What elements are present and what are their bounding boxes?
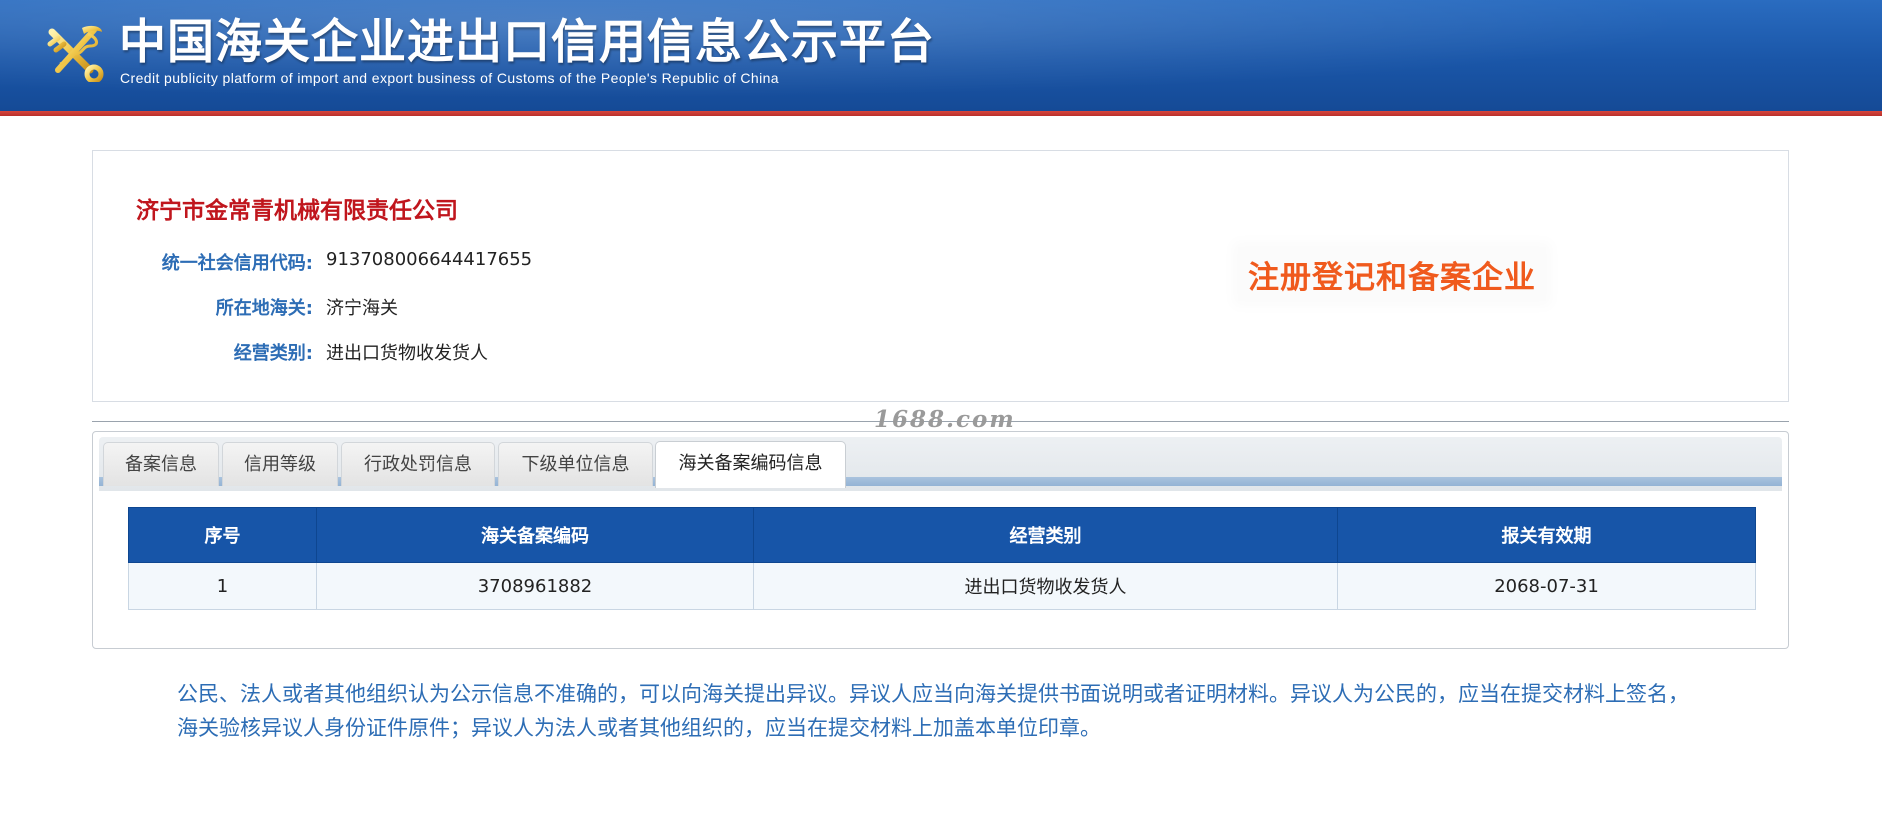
customs-location-label: 所在地海关: <box>215 298 313 319</box>
registration-badge-text: 注册登记和备案企业 <box>1248 259 1536 296</box>
customs-location-row: 所在地海关: 济宁海关 <box>93 294 403 322</box>
tab-subordinate-info[interactable]: 下级单位信息 <box>498 442 653 486</box>
customs-emblem-icon <box>47 25 104 82</box>
table-row: 1 3708961882 进出口货物收发货人 2068-07-31 <box>128 562 1756 610</box>
table-cell-validity: 2068-07-31 <box>1337 562 1756 610</box>
company-name: 济宁市金常青机械有限责任公司 <box>136 198 458 224</box>
credit-code-label: 统一社会信用代码: <box>161 253 313 274</box>
watermark: 1688.com <box>874 406 1016 433</box>
column-header: 报关有效期 <box>1337 507 1756 563</box>
tab-penalty-info[interactable]: 行政处罚信息 <box>341 442 495 486</box>
table-cell-code: 3708961882 <box>316 562 754 610</box>
tab-credit-level[interactable]: 信用等级 <box>222 442 338 486</box>
business-type-value: 进出口货物收发货人 <box>326 343 488 364</box>
customs-code-table: 序号 海关备案编码 经营类别 报关有效期 1 3708961882 进出口货物收… <box>128 507 1756 610</box>
site-subtitle: Credit publicity platform of import and … <box>120 70 779 86</box>
header-red-strip <box>0 111 1882 116</box>
column-header: 海关备案编码 <box>316 507 754 563</box>
registration-badge: 注册登记和备案企业 <box>1238 247 1546 301</box>
table-cell-index: 1 <box>128 562 317 610</box>
tab-filing-info[interactable]: 备案信息 <box>103 442 219 486</box>
column-header: 经营类别 <box>753 507 1338 563</box>
column-header: 序号 <box>128 507 317 563</box>
company-info-panel: 济宁市金常青机械有限责任公司 统一社会信用代码: 913708006644417… <box>92 150 1789 402</box>
credit-code-value: 913708006644417655 <box>326 249 533 270</box>
business-type-row: 经营类别: 进出口货物收发货人 <box>93 339 488 367</box>
objection-notice: 公民、法人或者其他组织认为公示信息不准确的，可以向海关提出异议。异议人应当向海关… <box>177 682 1689 740</box>
site-header: 中国海关企业进出口信用信息公示平台 Credit publicity platf… <box>0 0 1882 111</box>
business-type-label: 经营类别: <box>233 343 313 364</box>
credit-code-row: 统一社会信用代码: 913708006644417655 <box>93 249 532 277</box>
tabs-panel: 备案信息 信用等级 行政处罚信息 下级单位信息 海关备案编码信息 序号 海关备案… <box>92 431 1789 649</box>
customs-location-value: 济宁海关 <box>326 298 398 319</box>
table-cell-business-type: 进出口货物收发货人 <box>753 562 1338 610</box>
table-header-row: 序号 海关备案编码 经营类别 报关有效期 <box>128 507 1756 563</box>
site-title: 中国海关企业进出口信用信息公示平台 <box>119 15 935 70</box>
tab-customs-code-info[interactable]: 海关备案编码信息 <box>655 441 846 488</box>
